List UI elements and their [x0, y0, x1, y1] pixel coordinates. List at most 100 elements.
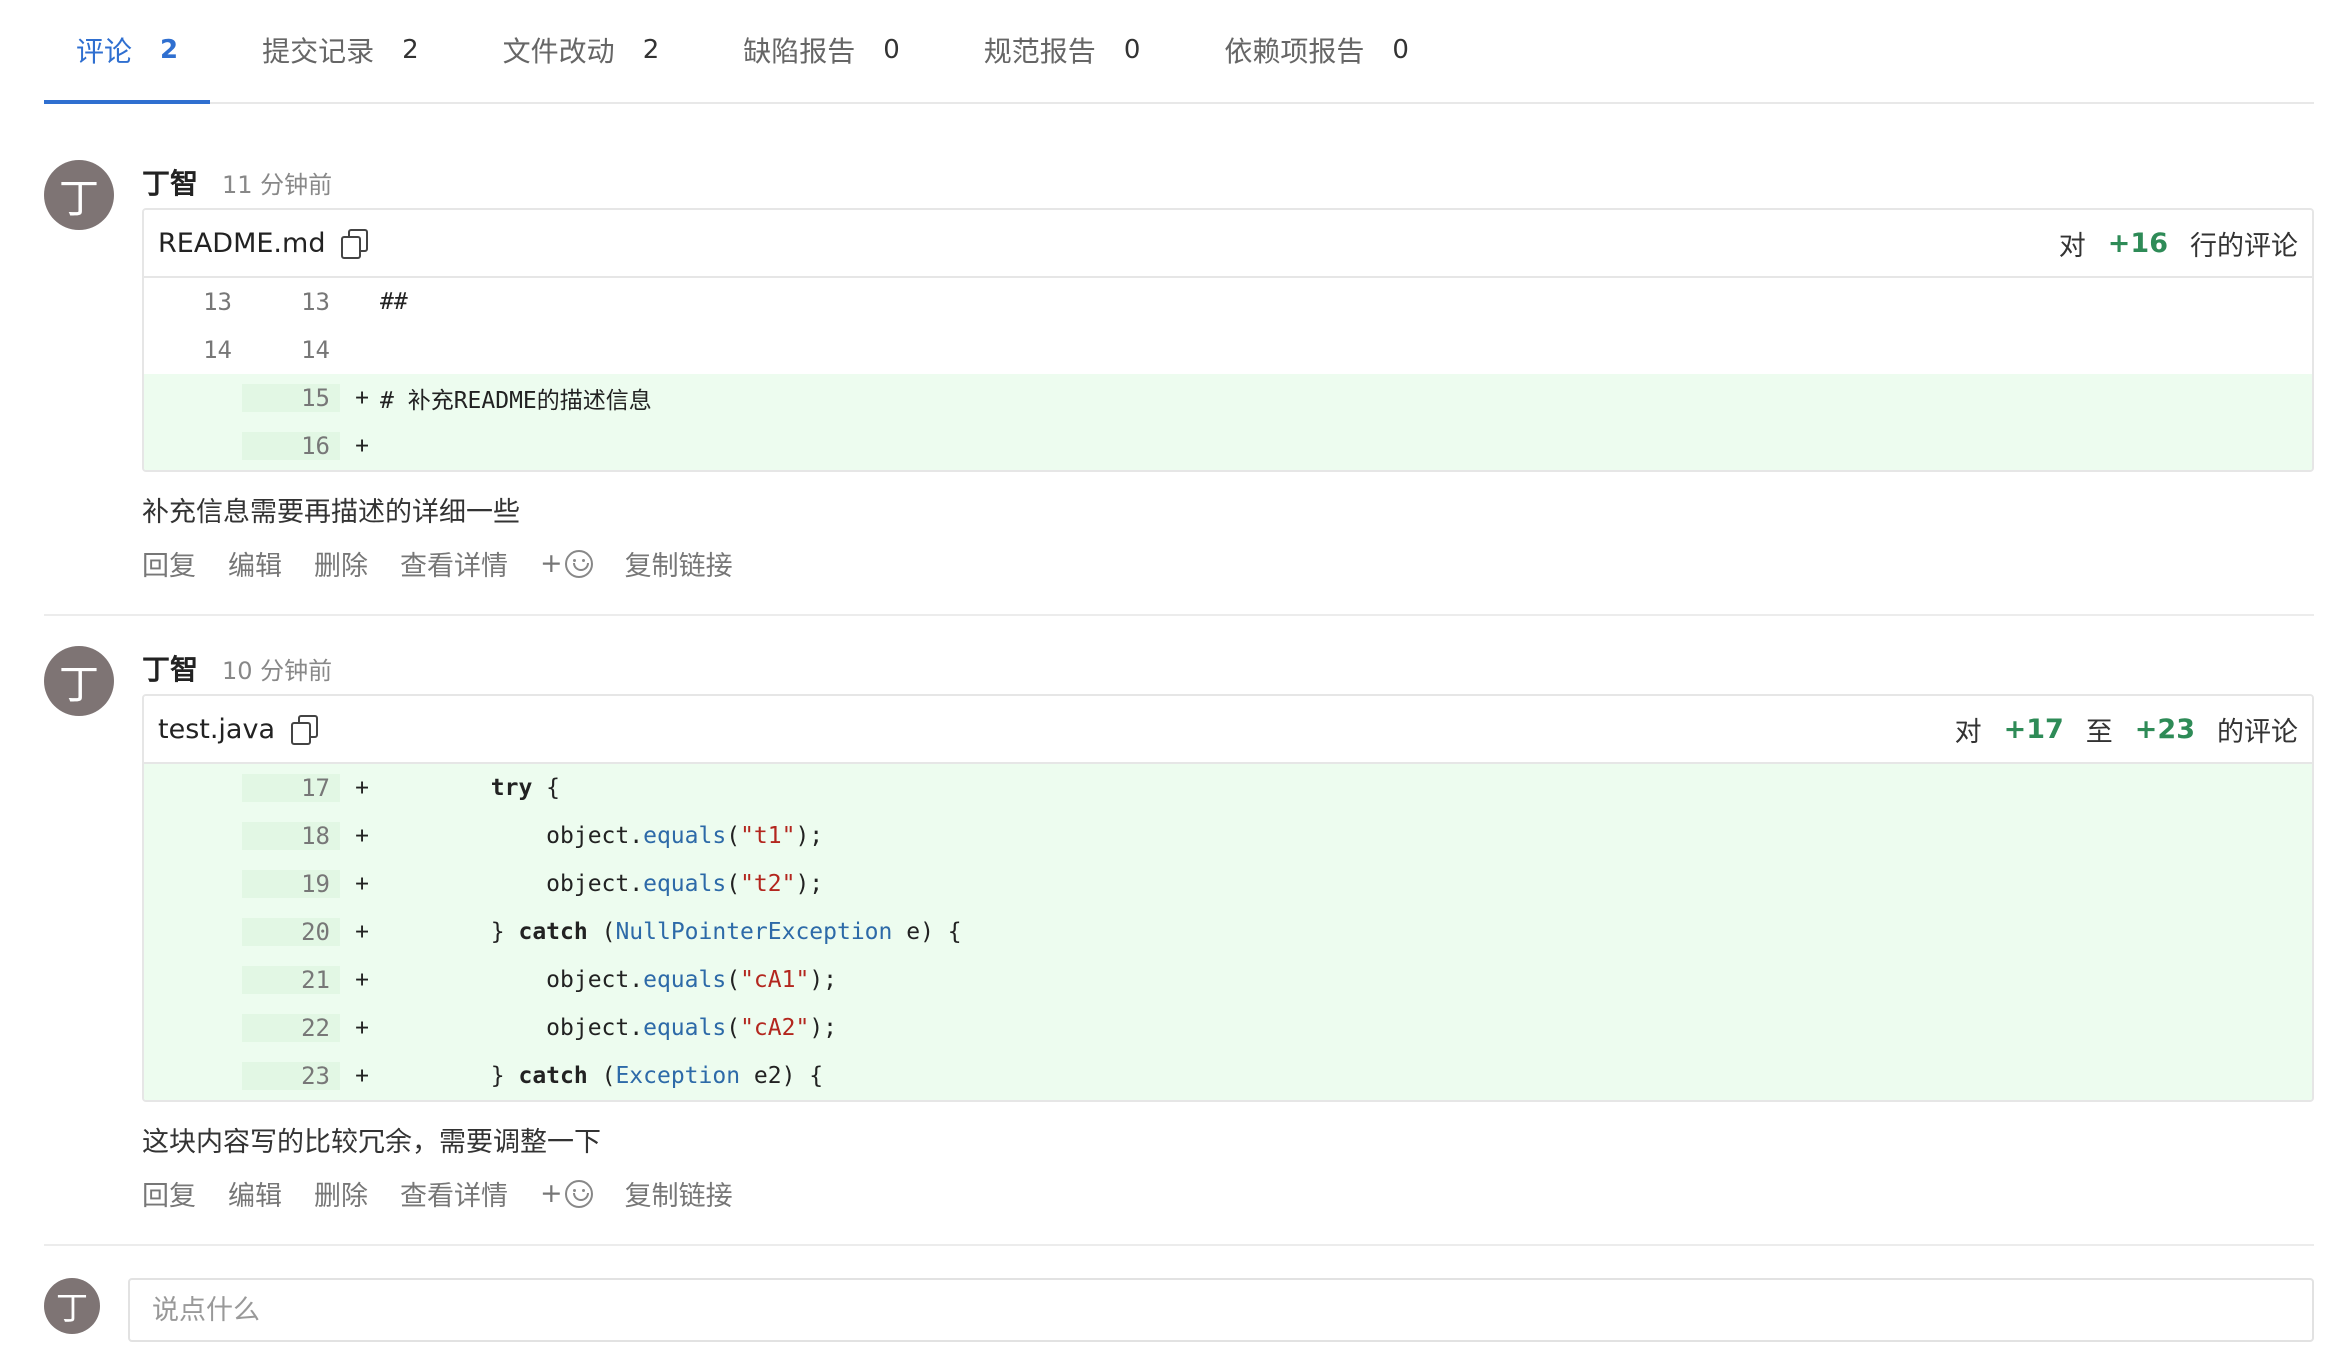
line-ref-suffix: 的评论 [2217, 716, 2298, 748]
code-pre: } [380, 1063, 519, 1089]
code-post: e2) { [740, 1063, 824, 1089]
tab-defect-report[interactable]: 缺陷报告 0 [711, 0, 932, 102]
line-reference: 对 +16 行的评论 [2059, 224, 2298, 263]
code-pre: } [380, 919, 519, 945]
avatar[interactable]: 丁 [44, 1278, 100, 1334]
delete-button[interactable]: 删除 [314, 544, 368, 583]
line-ref-start: +16 [2107, 227, 2168, 259]
code-function: equals [643, 871, 727, 897]
code-object: object. [380, 823, 644, 849]
comment-actions: 回复 编辑 删除 查看详情 + 复制链接 [142, 1174, 2314, 1213]
new-line-number: 15 [242, 384, 340, 412]
code-line-added: 22 + object.equals("cA2"); [144, 1004, 2312, 1052]
code-text: try { [380, 775, 560, 801]
line-ref-end: +23 [2134, 713, 2195, 745]
code-tail: ); [809, 967, 838, 993]
code-keyword: catch [518, 1063, 588, 1089]
edit-button[interactable]: 编辑 [228, 544, 282, 583]
code-function: equals [643, 1015, 727, 1041]
code-text: object.equals("t2"); [380, 871, 824, 897]
code-line-added: 23 + } catch (Exception e2) { [144, 1052, 2312, 1100]
new-line-number: 20 [242, 918, 340, 946]
copy-icon[interactable] [341, 229, 369, 259]
comment-author[interactable]: 丁智 [142, 162, 198, 202]
tab-label: 规范报告 [983, 35, 1096, 68]
tab-label: 文件改动 [502, 35, 615, 68]
code-string: "t1" [740, 823, 796, 849]
tab-comments[interactable]: 评论 2 [44, 0, 211, 104]
code-text: # 补充README的描述信息 [380, 388, 652, 414]
edit-button[interactable]: 编辑 [228, 1174, 282, 1213]
view-detail-button[interactable]: 查看详情 [400, 544, 508, 583]
tab-count: 2 [642, 35, 660, 65]
line-reference: 对 +17 至 +23 的评论 [1955, 710, 2298, 749]
tab-label: 缺陷报告 [743, 35, 856, 68]
code-object: object. [380, 1015, 644, 1041]
diff-sign: + [355, 919, 369, 945]
comment-input[interactable] [128, 1278, 2314, 1342]
plus-label: + [540, 1178, 563, 1209]
add-reaction-button[interactable]: + [540, 548, 593, 579]
tab-count: 2 [160, 35, 179, 65]
code-string: "cA1" [740, 967, 810, 993]
view-detail-button[interactable]: 查看详情 [400, 1174, 508, 1213]
tab-label: 提交记录 [262, 35, 375, 68]
code-line-added: 18 + object.equals("t1"); [144, 812, 2312, 860]
new-line-number: 19 [242, 870, 340, 898]
new-line-number: 16 [242, 432, 340, 460]
plus-label: + [540, 548, 563, 579]
file-name[interactable]: test.java [158, 714, 275, 745]
reply-button[interactable]: 回复 [142, 544, 196, 583]
add-reaction-button[interactable]: + [540, 1178, 593, 1209]
file-header: README.md 对 +16 行的评论 [144, 210, 2312, 278]
new-line-number: 14 [301, 336, 330, 364]
code-function: equals [643, 823, 727, 849]
tab-standard-report[interactable]: 规范报告 0 [952, 0, 1173, 102]
line-ref-prefix: 对 [1954, 716, 1982, 748]
code-tail: ); [809, 1015, 838, 1041]
comment-header: 丁智 10 分钟前 [142, 646, 2314, 690]
file-header: test.java 对 +17 至 +23 的评论 [144, 696, 2312, 764]
new-line-number: 18 [242, 822, 340, 850]
copy-link-button[interactable]: 复制链接 [625, 544, 733, 583]
code-string: "cA2" [740, 1015, 810, 1041]
diff-sign: + [355, 1015, 369, 1041]
tab-count: 2 [402, 35, 419, 65]
code-keyword: try [490, 775, 533, 801]
code-text: object.equals("t1"); [380, 823, 824, 849]
code-snippet: test.java 对 +17 至 +23 的评论 17 + try {18 … [142, 694, 2314, 1102]
smile-icon [564, 549, 593, 578]
tab-label: 评论 [76, 35, 133, 68]
diff-sign: + [355, 775, 369, 801]
code-snippet: README.md 对 +16 行的评论 13 13 ## 14 14 15 +… [142, 208, 2314, 472]
copy-icon[interactable] [291, 715, 319, 745]
avatar[interactable]: 丁 [44, 160, 114, 230]
delete-button[interactable]: 删除 [314, 1174, 368, 1213]
file-name[interactable]: README.md [158, 228, 325, 259]
code-line-added: 21 + object.equals("cA1"); [144, 956, 2312, 1004]
comment-text: 补充信息需要再描述的详细一些 [142, 497, 520, 528]
diff-sign: + [355, 1063, 369, 1089]
tab-file-changes[interactable]: 文件改动 2 [471, 0, 692, 102]
tab-bar: 评论 2 提交记录 2 文件改动 2 缺陷报告 0 规范报告 0 依赖项报告 0 [44, 0, 2314, 104]
code-line-added: 20 + } catch (NullPointerException e) { [144, 908, 2312, 956]
tab-count: 0 [883, 35, 900, 65]
diff-sign: + [355, 385, 369, 411]
code-post: e) { [892, 919, 962, 945]
divider [44, 1244, 2314, 1246]
diff-sign: + [355, 871, 369, 897]
reply-button[interactable]: 回复 [142, 1174, 196, 1213]
code-object: object. [380, 967, 644, 993]
code-keyword: catch [518, 919, 588, 945]
comment-author[interactable]: 丁智 [142, 648, 198, 688]
old-line-number: 14 [203, 336, 232, 364]
line-ref-suffix: 行的评论 [2190, 230, 2298, 262]
copy-link-button[interactable]: 复制链接 [625, 1174, 733, 1213]
code-text: } catch (NullPointerException e) { [380, 919, 962, 945]
avatar[interactable]: 丁 [44, 646, 114, 716]
code-object: object. [380, 871, 644, 897]
tab-commits[interactable]: 提交记录 2 [230, 0, 451, 102]
tab-dependency-report[interactable]: 依赖项报告 0 [1192, 0, 1441, 102]
comment-time: 10 分钟前 [222, 656, 333, 685]
tab-count: 0 [1392, 35, 1409, 65]
